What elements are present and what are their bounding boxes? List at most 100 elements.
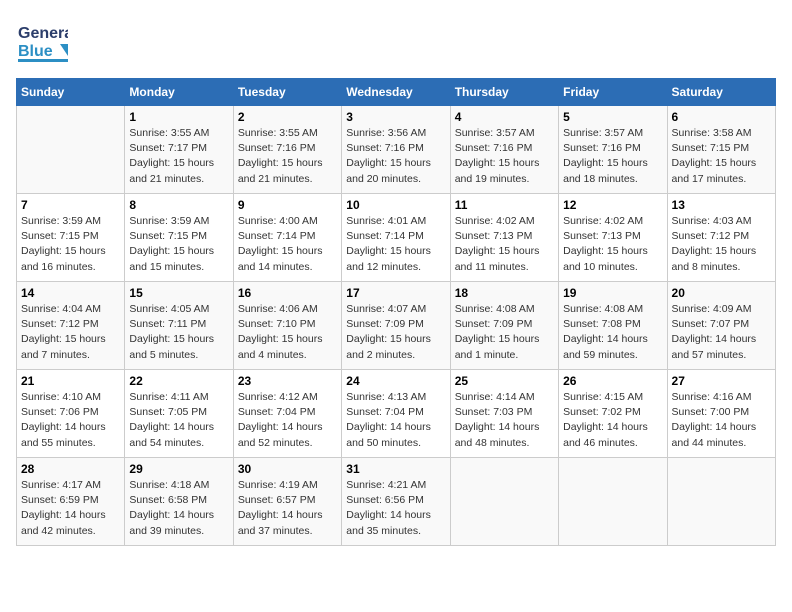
calendar-cell: 19 Sunrise: 4:08 AM Sunset: 7:08 PM Dayli… [559,282,667,370]
day-info: Sunrise: 4:16 AM Sunset: 7:00 PM Dayligh… [672,390,771,451]
calendar-table: SundayMondayTuesdayWednesdayThursdayFrid… [16,78,776,546]
day-number: 5 [563,110,662,124]
weekday-header-saturday: Saturday [667,79,775,106]
day-info: Sunrise: 4:17 AM Sunset: 6:59 PM Dayligh… [21,478,120,539]
calendar-cell: 6 Sunrise: 3:58 AM Sunset: 7:15 PM Daylig… [667,106,775,194]
day-number: 23 [238,374,337,388]
day-number: 4 [455,110,554,124]
calendar-cell: 8Sunrise: 3:59 AM Sunset: 7:15 PM Daylig… [125,194,233,282]
calendar-cell: 27Sunrise: 4:16 AM Sunset: 7:00 PM Dayli… [667,370,775,458]
day-info: Sunrise: 3:56 AM Sunset: 7:16 PM Dayligh… [346,126,445,187]
weekday-header-wednesday: Wednesday [342,79,450,106]
day-number: 25 [455,374,554,388]
day-info: Sunrise: 4:15 AM Sunset: 7:02 PM Dayligh… [563,390,662,451]
day-number: 3 [346,110,445,124]
calendar-cell: 20 Sunrise: 4:09 AM Sunset: 7:07 PM Dayli… [667,282,775,370]
day-number: 22 [129,374,228,388]
calendar-cell: 11 Sunrise: 4:02 AM Sunset: 7:13 PM Dayli… [450,194,558,282]
day-number: 9 [238,198,337,212]
day-number: 14 [21,286,120,300]
calendar-cell: 5 Sunrise: 3:57 AM Sunset: 7:16 PM Daylig… [559,106,667,194]
calendar-cell: 9 Sunrise: 4:00 AM Sunset: 7:14 PM Daylig… [233,194,341,282]
day-number: 17 [346,286,445,300]
svg-text:Blue: Blue [18,43,53,60]
day-info: Sunrise: 4:08 AM Sunset: 7:08 PM Dayligh… [563,302,662,363]
calendar-cell: 22 Sunrise: 4:11 AM Sunset: 7:05 PM Dayli… [125,370,233,458]
logo-icon: General Blue [16,16,68,68]
day-number: 12 [563,198,662,212]
day-info: Sunrise: 4:00 AM Sunset: 7:14 PM Dayligh… [238,214,337,275]
weekday-header-monday: Monday [125,79,233,106]
day-info: Sunrise: 4:04 AM Sunset: 7:12 PM Dayligh… [21,302,120,363]
day-number: 20 [672,286,771,300]
day-info: Sunrise: 4:05 AM Sunset: 7:11 PM Dayligh… [129,302,228,363]
day-info: Sunrise: 3:59 AM Sunset: 7:15 PM Dayligh… [21,214,120,275]
day-info: Sunrise: 4:06 AM Sunset: 7:10 PM Dayligh… [238,302,337,363]
day-info: Sunrise: 4:14 AM Sunset: 7:03 PM Dayligh… [455,390,554,451]
day-number: 11 [455,198,554,212]
day-info: Sunrise: 4:03 AM Sunset: 7:12 PM Dayligh… [672,214,771,275]
day-info: Sunrise: 3:57 AM Sunset: 7:16 PM Dayligh… [563,126,662,187]
day-info: Sunrise: 3:59 AM Sunset: 7:15 PM Dayligh… [129,214,228,275]
calendar-cell: 4 Sunrise: 3:57 AM Sunset: 7:16 PM Daylig… [450,106,558,194]
day-number: 6 [672,110,771,124]
weekday-header-row: SundayMondayTuesdayWednesdayThursdayFrid… [17,79,776,106]
day-info: Sunrise: 4:09 AM Sunset: 7:07 PM Dayligh… [672,302,771,363]
day-number: 19 [563,286,662,300]
calendar-cell: 15 Sunrise: 4:05 AM Sunset: 7:11 PM Dayli… [125,282,233,370]
day-info: Sunrise: 4:10 AM Sunset: 7:06 PM Dayligh… [21,390,120,451]
day-info: Sunrise: 3:57 AM Sunset: 7:16 PM Dayligh… [455,126,554,187]
day-number: 31 [346,462,445,476]
day-number: 18 [455,286,554,300]
calendar-cell: 23 Sunrise: 4:12 AM Sunset: 7:04 PM Dayli… [233,370,341,458]
calendar-cell: 3 Sunrise: 3:56 AM Sunset: 7:16 PM Daylig… [342,106,450,194]
day-number: 29 [129,462,228,476]
calendar-cell: 31 Sunrise: 4:21 AM Sunset: 6:56 PM Dayli… [342,458,450,546]
calendar-cell: 12 Sunrise: 4:02 AM Sunset: 7:13 PM Dayli… [559,194,667,282]
day-number: 24 [346,374,445,388]
calendar-cell: 21 Sunrise: 4:10 AM Sunset: 7:06 PM Dayli… [17,370,125,458]
day-number: 1 [129,110,228,124]
day-info: Sunrise: 4:02 AM Sunset: 7:13 PM Dayligh… [455,214,554,275]
calendar-week-row: 7 Sunrise: 3:59 AM Sunset: 7:15 PM Daylig… [17,194,776,282]
day-info: Sunrise: 4:11 AM Sunset: 7:05 PM Dayligh… [129,390,228,451]
day-info: Sunrise: 4:02 AM Sunset: 7:13 PM Dayligh… [563,214,662,275]
day-info: Sunrise: 4:21 AM Sunset: 6:56 PM Dayligh… [346,478,445,539]
calendar-cell: 28Sunrise: 4:17 AM Sunset: 6:59 PM Dayli… [17,458,125,546]
day-info: Sunrise: 3:58 AM Sunset: 7:15 PM Dayligh… [672,126,771,187]
weekday-header-friday: Friday [559,79,667,106]
day-number: 15 [129,286,228,300]
calendar-cell: 26 Sunrise: 4:15 AM Sunset: 7:02 PM Dayli… [559,370,667,458]
day-number: 7 [21,198,120,212]
calendar-cell: 1 Sunrise: 3:55 AM Sunset: 7:17 PM Daylig… [125,106,233,194]
day-number: 21 [21,374,120,388]
calendar-cell: 30 Sunrise: 4:19 AM Sunset: 6:57 PM Dayli… [233,458,341,546]
calendar-cell [450,458,558,546]
day-info: Sunrise: 4:01 AM Sunset: 7:14 PM Dayligh… [346,214,445,275]
day-number: 30 [238,462,337,476]
day-number: 13 [672,198,771,212]
calendar-cell: 10 Sunrise: 4:01 AM Sunset: 7:14 PM Dayli… [342,194,450,282]
calendar-cell: 13 Sunrise: 4:03 AM Sunset: 7:12 PM Dayli… [667,194,775,282]
day-number: 16 [238,286,337,300]
day-number: 26 [563,374,662,388]
calendar-cell [559,458,667,546]
page-header: General Blue [16,16,776,68]
day-number: 10 [346,198,445,212]
day-number: 2 [238,110,337,124]
weekday-header-tuesday: Tuesday [233,79,341,106]
day-info: Sunrise: 3:55 AM Sunset: 7:16 PM Dayligh… [238,126,337,187]
calendar-cell: 29 Sunrise: 4:18 AM Sunset: 6:58 PM Dayli… [125,458,233,546]
calendar-cell: 18 Sunrise: 4:08 AM Sunset: 7:09 PM Dayli… [450,282,558,370]
calendar-week-row: 14 Sunrise: 4:04 AM Sunset: 7:12 PM Dayli… [17,282,776,370]
day-info: Sunrise: 3:55 AM Sunset: 7:17 PM Dayligh… [129,126,228,187]
day-info: Sunrise: 4:12 AM Sunset: 7:04 PM Dayligh… [238,390,337,451]
day-info: Sunrise: 4:18 AM Sunset: 6:58 PM Dayligh… [129,478,228,539]
calendar-week-row: 21 Sunrise: 4:10 AM Sunset: 7:06 PM Dayli… [17,370,776,458]
calendar-cell: 14 Sunrise: 4:04 AM Sunset: 7:12 PM Dayli… [17,282,125,370]
calendar-week-row: 1 Sunrise: 3:55 AM Sunset: 7:17 PM Daylig… [17,106,776,194]
day-info: Sunrise: 4:19 AM Sunset: 6:57 PM Dayligh… [238,478,337,539]
calendar-cell [17,106,125,194]
calendar-cell [667,458,775,546]
day-info: Sunrise: 4:08 AM Sunset: 7:09 PM Dayligh… [455,302,554,363]
